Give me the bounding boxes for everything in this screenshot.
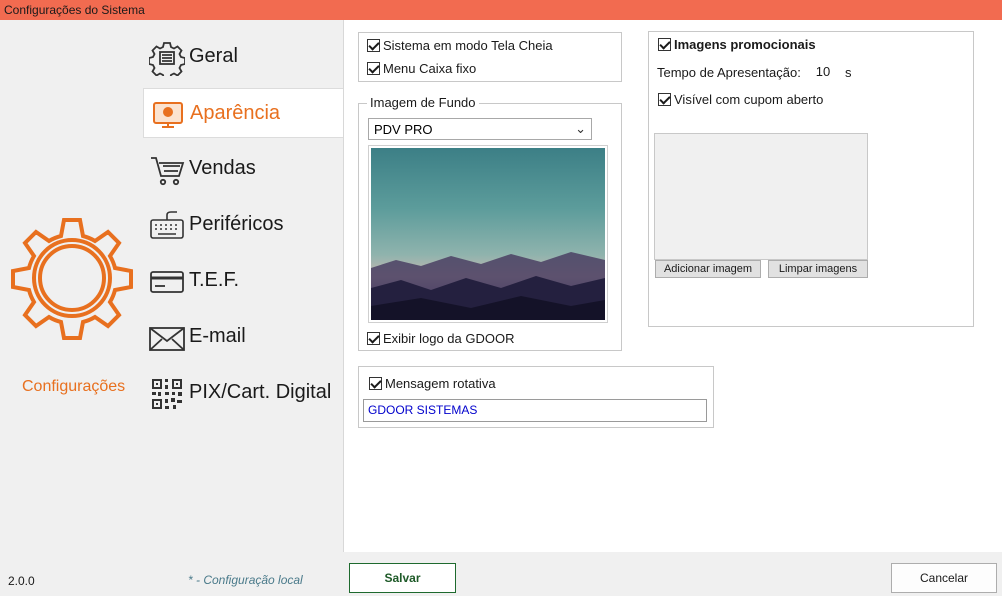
sidebar-item-email[interactable]: E-mail (143, 312, 343, 362)
card-icon (150, 271, 184, 293)
sidebar-item-label: Geral (189, 45, 238, 67)
show-logo-checkbox[interactable]: Exibir logo da GDOOR (367, 331, 515, 346)
sidebar-item-aparencia[interactable]: Aparência (143, 88, 343, 138)
settings-panel: Sistema em modo Tela Cheia Menu Caixa fi… (343, 20, 1002, 552)
fullscreen-checkbox[interactable]: Sistema em modo Tela Cheia (367, 38, 553, 53)
background-group-title: Imagem de Fundo (367, 95, 479, 110)
keyboard-icon (150, 211, 184, 239)
promo-images-list[interactable]: Adicionar imagem Limpar imagens (654, 133, 868, 278)
background-image-group: Imagem de Fundo PDV PRO ⌄ Exibir logo da… (358, 95, 622, 351)
sidebar-item-geral[interactable]: Geral (143, 32, 343, 82)
rotating-message-input[interactable]: GDOOR SISTEMAS (363, 399, 707, 422)
sidebar-item-label: E-mail (189, 325, 246, 347)
qr-code-icon (152, 379, 182, 409)
local-config-note: * - Configuração local (188, 573, 303, 587)
appearance-icon (153, 102, 183, 128)
checkbox-mark (658, 93, 671, 106)
checkbox-mark (369, 377, 382, 390)
sidebar-item-label: Periféricos (189, 213, 284, 235)
sidebar-item-perifericos[interactable]: Periféricos (143, 200, 343, 250)
presentation-time-input[interactable]: 10 (806, 61, 840, 82)
chevron-down-icon: ⌄ (575, 121, 586, 136)
sidebar-item-label: PIX/Cart. Digital (189, 381, 332, 403)
sidebar-item-vendas[interactable]: Vendas (143, 144, 343, 194)
checkbox-label: Exibir logo da GDOOR (383, 331, 515, 346)
sidebar-item-label: T.E.F. (189, 269, 240, 291)
sidebar-item-pix[interactable]: PIX/Cart. Digital (143, 368, 343, 418)
add-image-button[interactable]: Adicionar imagem (655, 260, 761, 278)
background-select-value: PDV PRO (374, 122, 433, 137)
cart-icon (151, 157, 185, 186)
background-preview (368, 145, 608, 323)
background-preview-image (371, 148, 605, 320)
presentation-time-label: Tempo de Apresentação: (657, 65, 801, 80)
checkbox-mark (367, 332, 380, 345)
checkbox-mark (367, 62, 380, 75)
gear-list-icon (149, 42, 185, 76)
sidebar: Configurações Geral Aparência Vendas Per… (0, 20, 343, 560)
sidebar-item-tef[interactable]: T.E.F. (143, 256, 343, 306)
promo-images-group: Imagens promocionais Tempo de Apresentaç… (648, 31, 974, 327)
checkbox-mark (658, 38, 671, 51)
version-label: 2.0.0 (8, 574, 35, 588)
clear-images-button[interactable]: Limpar imagens (768, 260, 868, 278)
background-select[interactable]: PDV PRO ⌄ (368, 118, 592, 140)
rotating-message-group: Mensagem rotativa GDOOR SISTEMAS (358, 366, 714, 428)
sidebar-item-label: Aparência (190, 102, 281, 124)
checkbox-mark (367, 39, 380, 52)
presentation-time-unit: s (845, 65, 852, 80)
fixed-menu-checkbox[interactable]: Menu Caixa fixo (367, 61, 476, 76)
brand-label: Configurações (22, 378, 126, 395)
checkbox-label: Sistema em modo Tela Cheia (383, 38, 553, 53)
envelope-icon (149, 327, 185, 351)
rotating-message-checkbox[interactable]: Mensagem rotativa (369, 376, 496, 391)
checkbox-label: Mensagem rotativa (385, 376, 496, 391)
footer-bar: 2.0.0 * - Configuração local Salvar Canc… (0, 560, 1002, 596)
display-options-group: Sistema em modo Tela Cheia Menu Caixa fi… (358, 32, 622, 82)
checkbox-label: Imagens promocionais (674, 37, 816, 52)
visible-coupon-checkbox[interactable]: Visível com cupom aberto (658, 92, 823, 107)
sidebar-item-label: Vendas (189, 157, 256, 179)
title-bar: Configurações do Sistema (0, 0, 1002, 20)
promo-images-checkbox[interactable]: Imagens promocionais (658, 37, 816, 52)
checkbox-label: Visível com cupom aberto (674, 92, 824, 107)
checkbox-label: Menu Caixa fixo (383, 61, 477, 76)
window-title: Configurações do Sistema (4, 3, 145, 17)
save-button[interactable]: Salvar (349, 563, 456, 593)
cancel-button[interactable]: Cancelar (891, 563, 997, 593)
settings-gear-icon (11, 218, 133, 340)
